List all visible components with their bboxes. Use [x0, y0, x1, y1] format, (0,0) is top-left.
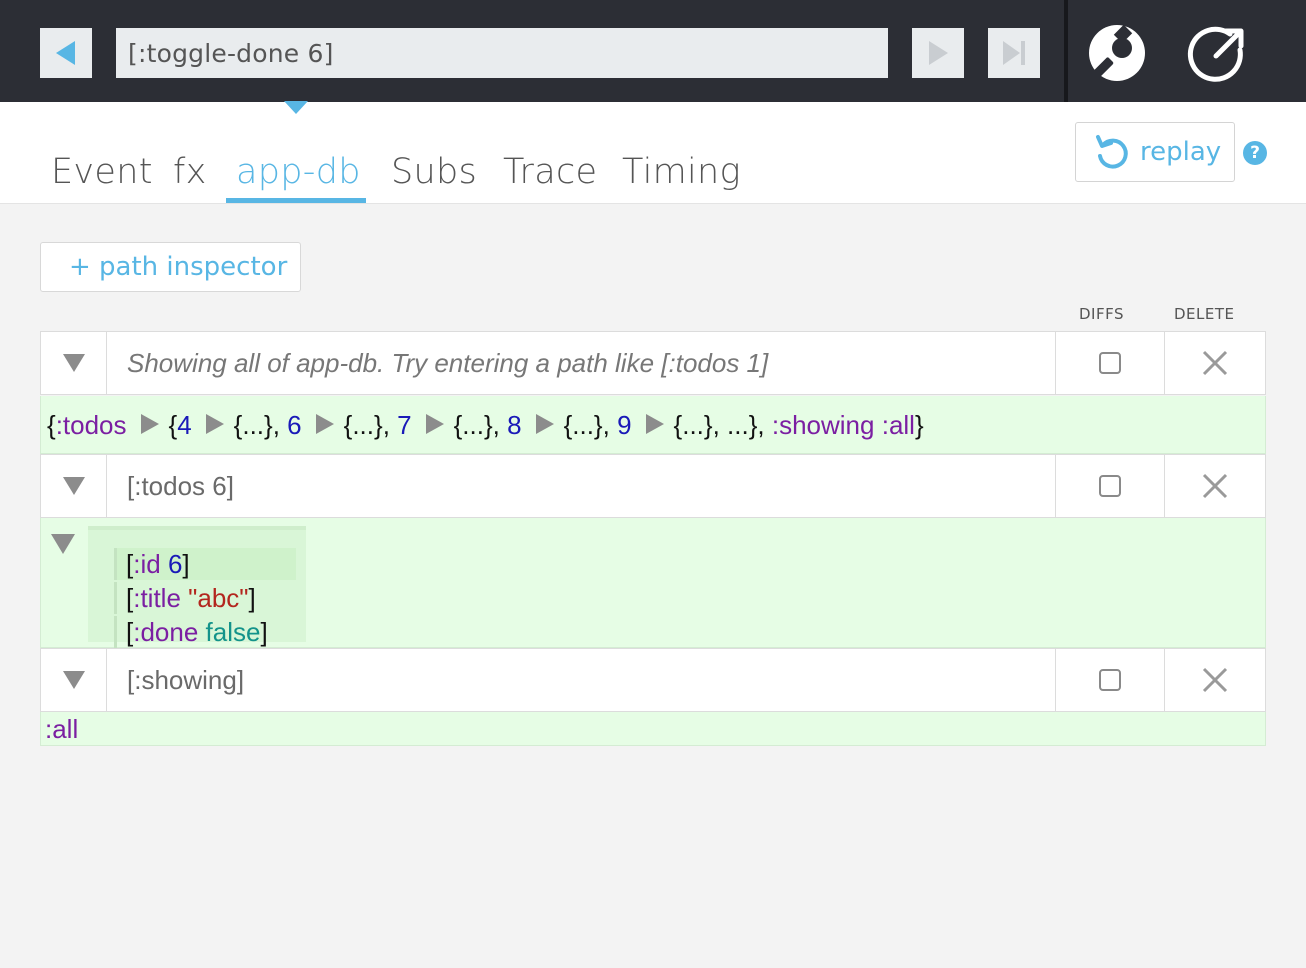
latest-event-button[interactable]: [988, 28, 1040, 78]
replay-icon: [1096, 135, 1128, 169]
diffs-cell: [1055, 649, 1165, 711]
delete-path-button[interactable]: [1164, 455, 1266, 517]
path-result: {:todos {4 {...}, 6 {...}, 7 {...}, 8 {...}, …: [40, 396, 1266, 454]
delete-path-button[interactable]: [1164, 649, 1266, 711]
skip-end-icon: [1003, 41, 1025, 65]
play-icon: [929, 41, 948, 65]
chevron-down-icon: [62, 354, 85, 372]
expand-right-icon[interactable]: [205, 414, 224, 435]
path-result: [:id 6] [:title "abc"] [:done false]: [40, 518, 1266, 648]
tab-app-db[interactable]: app-db: [236, 152, 361, 192]
app-db-map: {:todos {4 {...}, 6 {...}, 7 {...}, 8 {...}, …: [47, 410, 924, 440]
map-entry: [:done false]: [114, 616, 268, 648]
todo-map: [:id 6] [:title "abc"] [:done false]: [88, 526, 306, 648]
expand-right-icon[interactable]: [425, 414, 444, 435]
collapsed-value: {...}: [343, 410, 383, 440]
replay-label: replay: [1140, 137, 1222, 167]
todo-id: 7: [397, 410, 412, 440]
popout-button[interactable]: [1186, 22, 1248, 84]
path-row: [:todos 6]: [40, 454, 1266, 518]
delete-path-button[interactable]: [1164, 332, 1266, 394]
settings-wrench-icon: [1089, 24, 1145, 81]
collapsed-value: {...}: [233, 410, 273, 440]
diffs-checkbox[interactable]: [1099, 669, 1121, 691]
chevron-down-icon: [62, 671, 85, 689]
popout-icon: [1187, 26, 1244, 82]
path-input[interactable]: [:showing]: [127, 649, 244, 711]
path-row: [:showing]: [40, 648, 1266, 712]
current-event-display: [:toggle-done 6]: [116, 28, 888, 78]
diffs-checkbox[interactable]: [1099, 352, 1121, 374]
toolbar-divider: [1064, 0, 1068, 102]
collapsed-value: {...}: [673, 410, 713, 440]
chevron-down-icon: [62, 477, 85, 495]
todo-id: 4: [177, 410, 192, 440]
diffs-cell: [1055, 455, 1165, 517]
collapse-toggle[interactable]: [41, 332, 107, 394]
next-event-button[interactable]: [912, 28, 964, 78]
settings-button[interactable]: [1086, 22, 1148, 84]
tab-subs[interactable]: Subs: [391, 152, 477, 192]
map-entry: [:id 6]: [114, 548, 296, 580]
close-icon: [1202, 473, 1228, 499]
todo-id: 9: [617, 410, 632, 440]
expand-right-icon[interactable]: [645, 414, 664, 435]
expand-right-icon[interactable]: [535, 414, 554, 435]
todo-id: 6: [287, 410, 302, 440]
chevron-down-icon[interactable]: [51, 534, 75, 554]
diffs-column-header: DIFFS: [1079, 305, 1124, 323]
event-toolbar: [:toggle-done 6]: [0, 0, 1306, 102]
previous-event-button[interactable]: [40, 28, 92, 78]
collapse-toggle[interactable]: [41, 455, 107, 517]
collapsed-value: {...}: [563, 410, 603, 440]
active-tab-underline: [226, 198, 366, 203]
expand-right-icon[interactable]: [315, 414, 334, 435]
map-key: :todos: [55, 410, 127, 440]
todo-id: 8: [507, 410, 522, 440]
close-icon: [1202, 350, 1228, 376]
add-path-inspector-button[interactable]: + path inspector: [40, 242, 301, 292]
tab-fx[interactable]: fx: [173, 152, 207, 192]
tab-event[interactable]: Event: [51, 152, 153, 192]
showing-value: :all: [45, 714, 79, 744]
path-input[interactable]: Showing all of app-db. Try entering a pa…: [127, 332, 768, 394]
collapse-toggle[interactable]: [41, 649, 107, 711]
path-row: Showing all of app-db. Try entering a pa…: [40, 331, 1266, 395]
map-entry: [:title "abc"]: [114, 582, 256, 614]
replay-button[interactable]: replay: [1075, 122, 1235, 182]
help-icon[interactable]: ?: [1243, 141, 1267, 165]
diffs-cell: [1055, 332, 1165, 394]
more-ellipsis[interactable]: ...: [727, 410, 749, 440]
map-value: :all: [881, 410, 915, 440]
collapsed-value: {...}: [453, 410, 493, 440]
path-result: :all: [40, 712, 1266, 746]
delete-column-header: DELETE: [1174, 305, 1235, 323]
close-icon: [1202, 667, 1228, 693]
back-arrow-icon: [56, 41, 75, 65]
expand-right-icon[interactable]: [140, 414, 159, 435]
tab-timing[interactable]: Timing: [622, 152, 741, 192]
path-input[interactable]: [:todos 6]: [127, 455, 234, 517]
map-key: :showing: [771, 410, 875, 440]
tab-trace[interactable]: Trace: [503, 152, 597, 192]
diffs-checkbox[interactable]: [1099, 475, 1121, 497]
active-tab-pointer: [284, 101, 308, 114]
